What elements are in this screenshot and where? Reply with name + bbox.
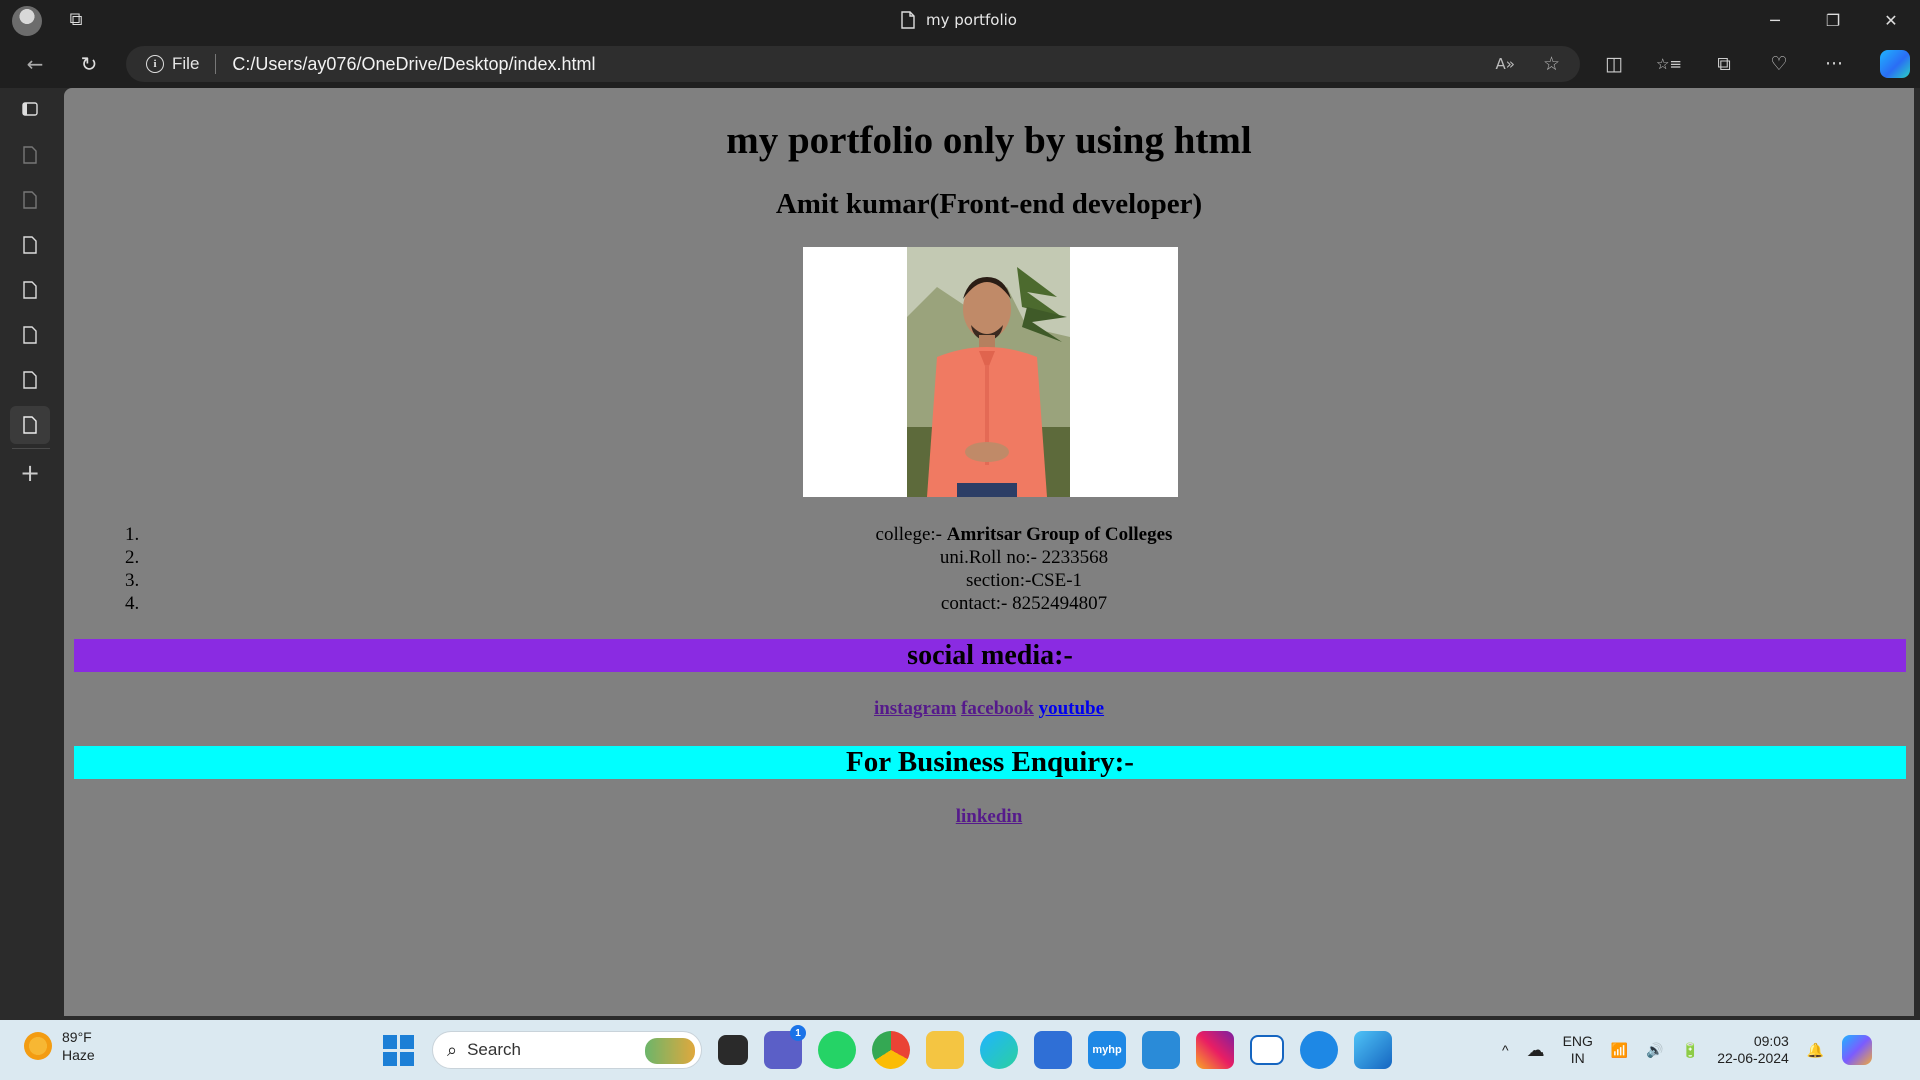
search-icon: ⌕ [447, 1039, 458, 1060]
window-app-icon[interactable] [1250, 1035, 1284, 1065]
tab-actions-icon[interactable]: ⧉ [64, 9, 88, 31]
search-placeholder: Search [467, 1040, 521, 1059]
copilot-icon[interactable] [1880, 50, 1910, 78]
system-tray: ^ ☁ ENG IN 📶 🔊 🔋 09:03 22-06-2024 🔔 [1502, 1028, 1873, 1072]
youtube-link[interactable]: youtube [1039, 698, 1104, 719]
instagram-icon[interactable] [1196, 1031, 1234, 1069]
weather-widget[interactable]: 89°F Haze [24, 1028, 95, 1064]
chat-badge: 1 [790, 1025, 806, 1041]
tab-page-icon[interactable] [10, 316, 50, 354]
college-label: college:- [875, 524, 947, 545]
page-viewport: my portfolio only by using html Amit kum… [64, 88, 1914, 1016]
vertical-tabs-sidebar: + [0, 88, 64, 1020]
list-item: contact:- 8252494807 [144, 592, 1904, 615]
clock[interactable]: 09:03 22-06-2024 [1717, 1033, 1789, 1067]
vscode-icon[interactable] [1142, 1031, 1180, 1069]
favorite-star-icon[interactable]: ☆ [1543, 53, 1560, 75]
browser-toolbar: ← ↻ i File C:/Users/ay076/OneDrive/Deskt… [0, 40, 1920, 88]
clock-date: 22-06-2024 [1717, 1050, 1789, 1066]
address-separator [215, 54, 217, 74]
site-info-label: File [172, 54, 200, 73]
info-icon[interactable]: i [146, 55, 164, 73]
profile-avatar[interactable] [12, 6, 42, 36]
page-icon [901, 11, 915, 29]
show-hidden-icons-chevron-icon[interactable]: ^ [1502, 1042, 1509, 1058]
facebook-link[interactable]: facebook [961, 698, 1034, 719]
whatsapp-icon[interactable] [818, 1031, 856, 1069]
taskbar-apps: ⌕ Search 1 myhp [380, 1025, 1392, 1070]
read-aloud-icon[interactable]: A» [1496, 55, 1515, 73]
more-options-icon[interactable]: ··· [1816, 48, 1852, 80]
list-item: college:- Amritsar Group of Colleges [144, 523, 1904, 546]
profile-photo-image [907, 247, 1070, 497]
teams-chat-icon[interactable]: 1 [764, 1025, 806, 1069]
taskbar: 89°F Haze ⌕ Search 1 myhp ^ ☁ ENG IN 📶 🔊… [0, 1020, 1920, 1080]
favorites-icon[interactable]: ☆≡ [1651, 48, 1687, 80]
new-tab-icon[interactable]: + [10, 454, 50, 492]
tab-page-icon[interactable] [10, 361, 50, 399]
window-title: my portfolio [900, 9, 1017, 31]
list-item: section:-CSE-1 [144, 569, 1904, 592]
haze-weather-icon [24, 1032, 52, 1060]
tab-actions-menu-icon[interactable] [10, 90, 50, 128]
minimize-button[interactable]: ─ [1746, 0, 1804, 40]
page-title: my portfolio only by using html [726, 119, 1252, 162]
social-links: instagram facebook youtube [64, 698, 1914, 720]
tab-page-icon[interactable] [10, 136, 50, 174]
start-button[interactable] [380, 1032, 416, 1068]
window-title-text: my portfolio [926, 11, 1017, 29]
clock-time: 09:03 [1753, 1033, 1789, 1049]
volume-icon[interactable]: 🔊 [1646, 1042, 1663, 1059]
business-links: linkedin [64, 806, 1914, 828]
restore-button[interactable]: ❐ [1804, 0, 1862, 40]
sidebar-divider [12, 448, 50, 449]
myhp-icon[interactable]: myhp [1088, 1031, 1126, 1069]
info-list: college:- Amritsar Group of Colleges uni… [104, 523, 1904, 615]
toolbar-actions: ◫ ☆≡ ⧉ ♡ ··· [1596, 48, 1852, 80]
language-code: ENG [1562, 1033, 1593, 1049]
onedrive-cloud-icon[interactable]: ☁ [1527, 1040, 1545, 1061]
notification-bell-icon[interactable]: 🔔 [1807, 1042, 1824, 1059]
page-subtitle: Amit kumar(Front-end developer) [775, 188, 1203, 220]
profile-photo [803, 247, 1178, 497]
window-controls: ─ ❐ ✕ [1746, 0, 1920, 40]
task-view-icon[interactable] [718, 1035, 748, 1065]
tab-page-icon[interactable] [10, 271, 50, 309]
address-bar[interactable]: i File C:/Users/ay076/OneDrive/Desktop/i… [126, 46, 1580, 82]
split-screen-icon[interactable]: ◫ [1596, 48, 1632, 80]
store-icon[interactable] [1034, 1031, 1072, 1069]
tab-page-icon[interactable] [10, 181, 50, 219]
title-bar: ⧉ my portfolio ─ ❐ ✕ [0, 0, 1920, 40]
tab-page-icon[interactable] [10, 226, 50, 264]
collections-icon[interactable]: ⧉ [1706, 48, 1742, 80]
college-value: Amritsar Group of Colleges [946, 524, 1173, 545]
messenger-icon[interactable] [1300, 1031, 1338, 1069]
url-text[interactable]: C:/Users/ay076/OneDrive/Desktop/index.ht… [232, 54, 595, 75]
search-highlight-icon [645, 1038, 695, 1064]
close-button[interactable]: ✕ [1862, 0, 1920, 40]
refresh-button[interactable]: ↻ [72, 48, 106, 80]
business-enquiry-heading: For Business Enquiry:- [74, 746, 1906, 779]
language-region: IN [1570, 1050, 1585, 1066]
photos-icon[interactable] [1354, 1031, 1392, 1069]
weather-temp: 89°F [62, 1029, 92, 1045]
linkedin-link[interactable]: linkedin [956, 806, 1023, 827]
browser-essentials-icon[interactable]: ♡ [1761, 48, 1797, 80]
language-indicator[interactable]: ENG IN [1563, 1033, 1593, 1067]
instagram-link[interactable]: instagram [874, 698, 956, 719]
copilot-taskbar-icon[interactable] [1842, 1035, 1873, 1065]
taskbar-search[interactable]: ⌕ Search [432, 1031, 702, 1069]
weather-condition: Haze [62, 1047, 95, 1063]
back-button[interactable]: ← [18, 48, 52, 80]
site-info[interactable]: i File C:/Users/ay076/OneDrive/Desktop/i… [146, 46, 596, 82]
chrome-icon[interactable] [872, 1031, 910, 1069]
edge-icon[interactable] [980, 1031, 1018, 1069]
tab-page-icon-active[interactable] [10, 406, 50, 444]
address-bar-actions: A» ☆ [1496, 46, 1561, 82]
battery-icon[interactable]: 🔋 [1682, 1042, 1699, 1059]
list-item: uni.Roll no:- 2233568 [144, 546, 1904, 569]
social-media-heading: social media:- [74, 639, 1906, 672]
file-explorer-icon[interactable] [926, 1031, 964, 1069]
wifi-icon[interactable]: 📶 [1611, 1042, 1628, 1059]
